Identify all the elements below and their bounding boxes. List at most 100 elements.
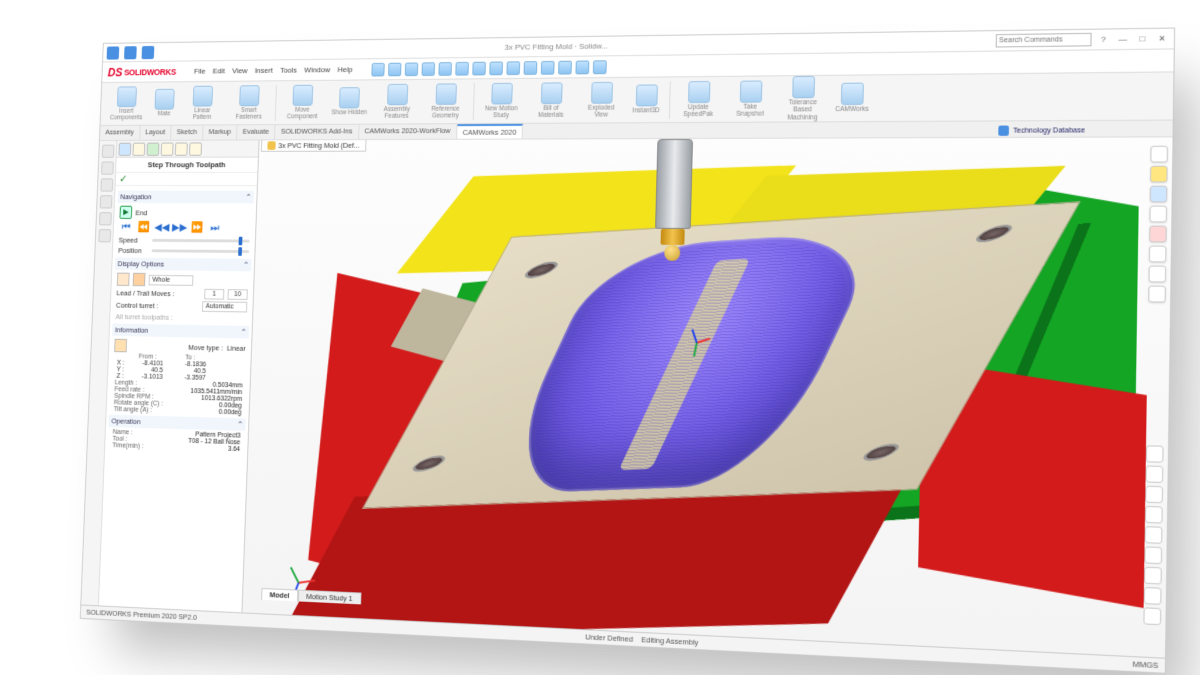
tab-camworks-2020[interactable]: CAMWorks 2020 bbox=[457, 123, 523, 138]
minimize-button[interactable]: — bbox=[1115, 31, 1130, 46]
qat-button[interactable] bbox=[388, 62, 401, 76]
tab-sketch[interactable]: Sketch bbox=[171, 125, 203, 139]
skip-end-button[interactable]: ⏭ bbox=[207, 221, 222, 234]
step-back-button[interactable]: ◀◀ bbox=[154, 220, 169, 233]
lead-field[interactable]: 1 bbox=[204, 288, 224, 299]
qat-button[interactable] bbox=[523, 60, 537, 74]
maximize-button[interactable]: □ bbox=[1135, 31, 1150, 46]
bottom-tab-motion-study-1[interactable]: Motion Study 1 bbox=[298, 589, 362, 604]
graphics-viewport[interactable]: 3x PVC Fitting Mold (Def... bbox=[242, 137, 1172, 657]
qat-button[interactable] bbox=[404, 62, 417, 76]
holder-display-icon[interactable] bbox=[133, 272, 146, 285]
bottom-tab-model[interactable]: Model bbox=[261, 587, 298, 600]
ribbon-exploded-view[interactable]: Exploded View bbox=[579, 81, 625, 118]
left-strip-button[interactable] bbox=[100, 178, 113, 191]
collapse-icon[interactable]: ⌃ bbox=[237, 420, 243, 429]
config-tab-icon[interactable] bbox=[147, 142, 160, 155]
search-commands-input[interactable] bbox=[996, 32, 1092, 47]
left-strip-button[interactable] bbox=[101, 161, 114, 174]
cam-op-tab-icon[interactable] bbox=[189, 142, 202, 155]
qat-button[interactable] bbox=[421, 61, 435, 75]
tab-assembly[interactable]: Assembly bbox=[100, 125, 140, 139]
speed-slider[interactable] bbox=[152, 238, 250, 242]
step-fwd-button[interactable]: ▶▶ bbox=[172, 221, 187, 234]
ribbon-assembly-features[interactable]: Assembly Features bbox=[375, 83, 419, 119]
property-manager-tab-icon[interactable] bbox=[132, 142, 145, 155]
skip-start-button[interactable]: ⏮ bbox=[119, 220, 134, 233]
display-button[interactable] bbox=[1144, 566, 1162, 584]
left-strip-button[interactable] bbox=[101, 144, 114, 157]
close-button[interactable]: ✕ bbox=[1154, 31, 1169, 46]
view-button[interactable] bbox=[1148, 285, 1166, 302]
cam-tree-tab-icon[interactable] bbox=[175, 142, 188, 155]
view-button[interactable] bbox=[1149, 245, 1167, 262]
ribbon-camworks[interactable]: CAMWorks bbox=[832, 82, 872, 113]
view-button[interactable] bbox=[1148, 265, 1166, 282]
left-strip-button[interactable] bbox=[98, 229, 111, 242]
qat-button[interactable] bbox=[489, 61, 503, 75]
ok-icon[interactable]: ✓ bbox=[116, 172, 132, 184]
position-slider[interactable] bbox=[152, 249, 250, 253]
ribbon-take-snapshot[interactable]: Take Snapshot bbox=[727, 80, 774, 118]
menu-window[interactable]: Window bbox=[304, 65, 330, 74]
ribbon-bill-of-materials[interactable]: Bill of Materials bbox=[529, 82, 574, 119]
fast-fwd-button[interactable]: ⏩ bbox=[190, 221, 205, 234]
tab-camworks-2020-workflow[interactable]: CAMWorks 2020-WorkFlow bbox=[359, 124, 458, 139]
feature-tree-tab-icon[interactable] bbox=[118, 142, 131, 155]
left-strip-button[interactable] bbox=[99, 195, 112, 208]
help-icon[interactable]: ? bbox=[1096, 32, 1111, 47]
home-icon[interactable] bbox=[124, 45, 137, 58]
collapse-icon[interactable]: ⌃ bbox=[240, 327, 246, 336]
ribbon-reference-geometry[interactable]: Reference Geometry bbox=[424, 83, 468, 119]
ribbon-mate[interactable]: Mate bbox=[152, 89, 178, 118]
qat-button[interactable] bbox=[540, 60, 554, 74]
left-strip-button[interactable] bbox=[99, 212, 112, 225]
tab-evaluate[interactable]: Evaluate bbox=[237, 125, 276, 139]
ribbon-update-speedpak[interactable]: Update SpeedPak bbox=[675, 80, 722, 118]
ribbon-new-motion-study[interactable]: New Motion Study bbox=[479, 82, 524, 119]
qat-button[interactable] bbox=[455, 61, 469, 75]
qat-button[interactable] bbox=[592, 59, 606, 73]
dim-tab-icon[interactable] bbox=[161, 142, 174, 155]
play-button[interactable]: ▶ bbox=[119, 205, 132, 218]
qat-button[interactable] bbox=[438, 61, 452, 75]
tab-markup[interactable]: Markup bbox=[203, 125, 238, 139]
qat-button[interactable] bbox=[558, 60, 572, 74]
rewind-button[interactable]: ⏪ bbox=[136, 220, 151, 233]
ribbon-linear-pattern[interactable]: Linear Pattern bbox=[181, 85, 223, 121]
ribbon-tolerance-based-machining[interactable]: Tolerance Based Machining bbox=[779, 76, 827, 121]
tab-solidworks-add-ins[interactable]: SOLIDWORKS Add-Ins bbox=[275, 124, 359, 139]
qat-button[interactable] bbox=[371, 62, 384, 76]
view-button[interactable] bbox=[1150, 185, 1168, 202]
view-button[interactable] bbox=[1149, 205, 1167, 222]
collapse-icon[interactable]: ⌃ bbox=[243, 260, 249, 269]
display-button[interactable] bbox=[1146, 445, 1164, 463]
status-units[interactable]: MMGS bbox=[1132, 659, 1158, 670]
ribbon-show-hidden[interactable]: Show Hidden bbox=[329, 87, 371, 116]
menu-edit[interactable]: Edit bbox=[212, 66, 225, 75]
display-button[interactable] bbox=[1143, 607, 1161, 625]
qat-button[interactable] bbox=[506, 60, 520, 74]
menu-file[interactable]: File bbox=[194, 66, 206, 75]
menu-help[interactable]: Help bbox=[337, 65, 352, 74]
display-mode-dropdown[interactable]: Whole bbox=[149, 274, 194, 285]
tool-display-icon[interactable] bbox=[117, 272, 130, 285]
trail-field[interactable]: 10 bbox=[228, 289, 248, 300]
display-button[interactable] bbox=[1144, 586, 1162, 604]
tab-layout[interactable]: Layout bbox=[140, 125, 172, 139]
ribbon-instant3d[interactable]: Instant3D bbox=[629, 84, 663, 114]
menu-tools[interactable]: Tools bbox=[280, 65, 297, 74]
qat-button[interactable] bbox=[575, 60, 589, 74]
save-icon[interactable] bbox=[142, 45, 155, 58]
view-button[interactable] bbox=[1149, 225, 1167, 242]
ribbon-smart-fasteners[interactable]: Smart Fasteners bbox=[228, 85, 271, 121]
view-button[interactable] bbox=[1150, 145, 1168, 162]
menu-view[interactable]: View bbox=[232, 66, 248, 75]
display-button[interactable] bbox=[1144, 546, 1162, 564]
view-button[interactable] bbox=[1150, 165, 1168, 182]
control-turret-dropdown[interactable]: Automatic bbox=[202, 301, 247, 312]
display-button[interactable] bbox=[1145, 526, 1163, 544]
menu-insert[interactable]: Insert bbox=[255, 66, 273, 75]
display-button[interactable] bbox=[1145, 465, 1163, 483]
ribbon-move-component[interactable]: Move Component bbox=[281, 84, 324, 120]
